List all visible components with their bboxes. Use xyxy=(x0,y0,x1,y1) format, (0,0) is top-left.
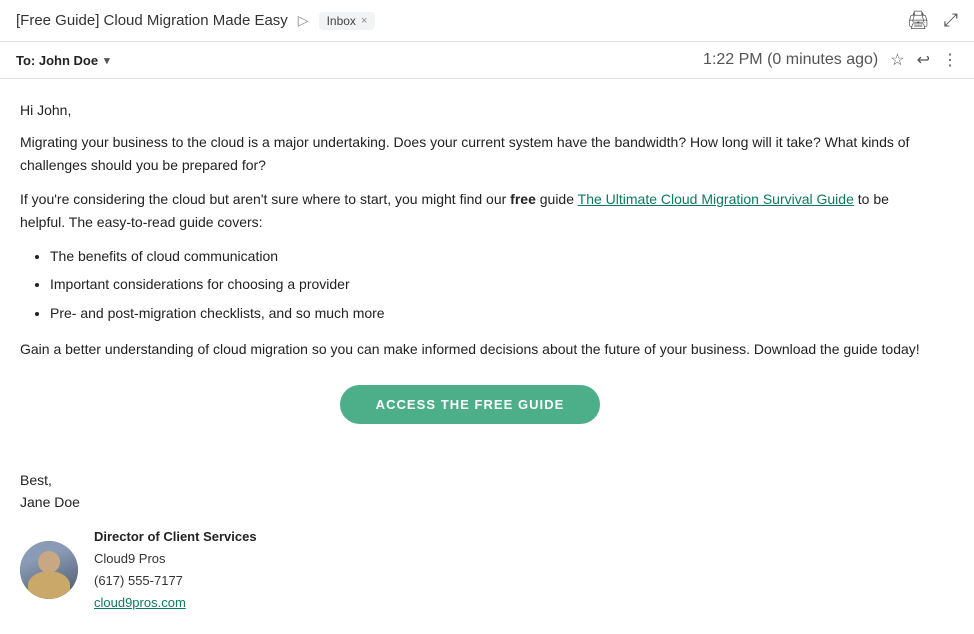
sig-block: Director of Client Services Cloud9 Pros … xyxy=(20,526,954,614)
para2-prefix: If you're considering the cloud but aren… xyxy=(20,191,510,207)
email-meta-row: To: John Doe ▾ 1:22 PM (0 minutes ago) ☆… xyxy=(0,42,974,79)
email-para2: If you're considering the cloud but aren… xyxy=(20,188,920,233)
access-guide-button[interactable]: ACCESS THE FREE GUIDE xyxy=(340,385,601,424)
sender-avatar xyxy=(20,541,78,599)
sig-company: Cloud9 Pros xyxy=(94,548,257,570)
email-para1: Migrating your business to the cloud is … xyxy=(20,131,920,176)
sig-details: Director of Client Services Cloud9 Pros … xyxy=(94,526,257,614)
sig-website-link[interactable]: cloud9pros.com xyxy=(94,595,186,610)
forward-icon[interactable]: ▷ xyxy=(298,12,309,29)
top-bar-actions: 🖨 ⤢ xyxy=(907,10,958,31)
reply-icon[interactable]: ↩ xyxy=(917,50,930,70)
email-body: Hi John, Migrating your business to the … xyxy=(0,79,940,472)
sender-name: Jane Doe xyxy=(20,494,954,510)
bullet-2: Important considerations for choosing a … xyxy=(50,273,920,295)
sig-title: Director of Client Services xyxy=(94,526,257,548)
inbox-close-icon[interactable]: × xyxy=(361,15,367,27)
salutation: Best, xyxy=(20,472,954,488)
email-subject: [Free Guide] Cloud Migration Made Easy xyxy=(16,12,288,29)
print-icon[interactable]: 🖨 xyxy=(907,10,930,31)
bullet-list: The benefits of cloud communication Impo… xyxy=(50,245,920,324)
bullet-3: Pre- and post-migration checklists, and … xyxy=(50,302,920,324)
sig-phone: (617) 555-7177 xyxy=(94,570,257,592)
recipient-info: To: John Doe ▾ xyxy=(16,53,110,68)
email-subject-row: [Free Guide] Cloud Migration Made Easy ▷… xyxy=(16,12,375,30)
email-actions: 1:22 PM (0 minutes ago) ☆ ↩ ⋮ xyxy=(703,50,958,70)
avatar-image xyxy=(20,541,78,599)
inbox-badge: Inbox × xyxy=(319,12,376,30)
cta-container: ACCESS THE FREE GUIDE xyxy=(20,385,920,424)
timestamp: 1:22 PM (0 minutes ago) xyxy=(703,51,878,69)
to-label: To: John Doe xyxy=(16,53,98,68)
popout-icon[interactable]: ⤢ xyxy=(944,10,958,31)
star-icon[interactable]: ☆ xyxy=(890,50,904,70)
guide-link[interactable]: The Ultimate Cloud Migration Survival Gu… xyxy=(578,191,854,207)
recipient-dropdown-icon[interactable]: ▾ xyxy=(104,54,110,67)
more-options-icon[interactable]: ⋮ xyxy=(942,50,958,70)
para2-bold: free xyxy=(510,191,536,207)
inbox-label: Inbox xyxy=(327,14,356,28)
top-bar: [Free Guide] Cloud Migration Made Easy ▷… xyxy=(0,0,974,42)
email-para3: Gain a better understanding of cloud mig… xyxy=(20,338,920,360)
bullet-1: The benefits of cloud communication xyxy=(50,245,920,267)
email-greeting: Hi John, xyxy=(20,99,920,121)
email-signature: Best, Jane Doe Director of Client Servic… xyxy=(0,472,974,634)
